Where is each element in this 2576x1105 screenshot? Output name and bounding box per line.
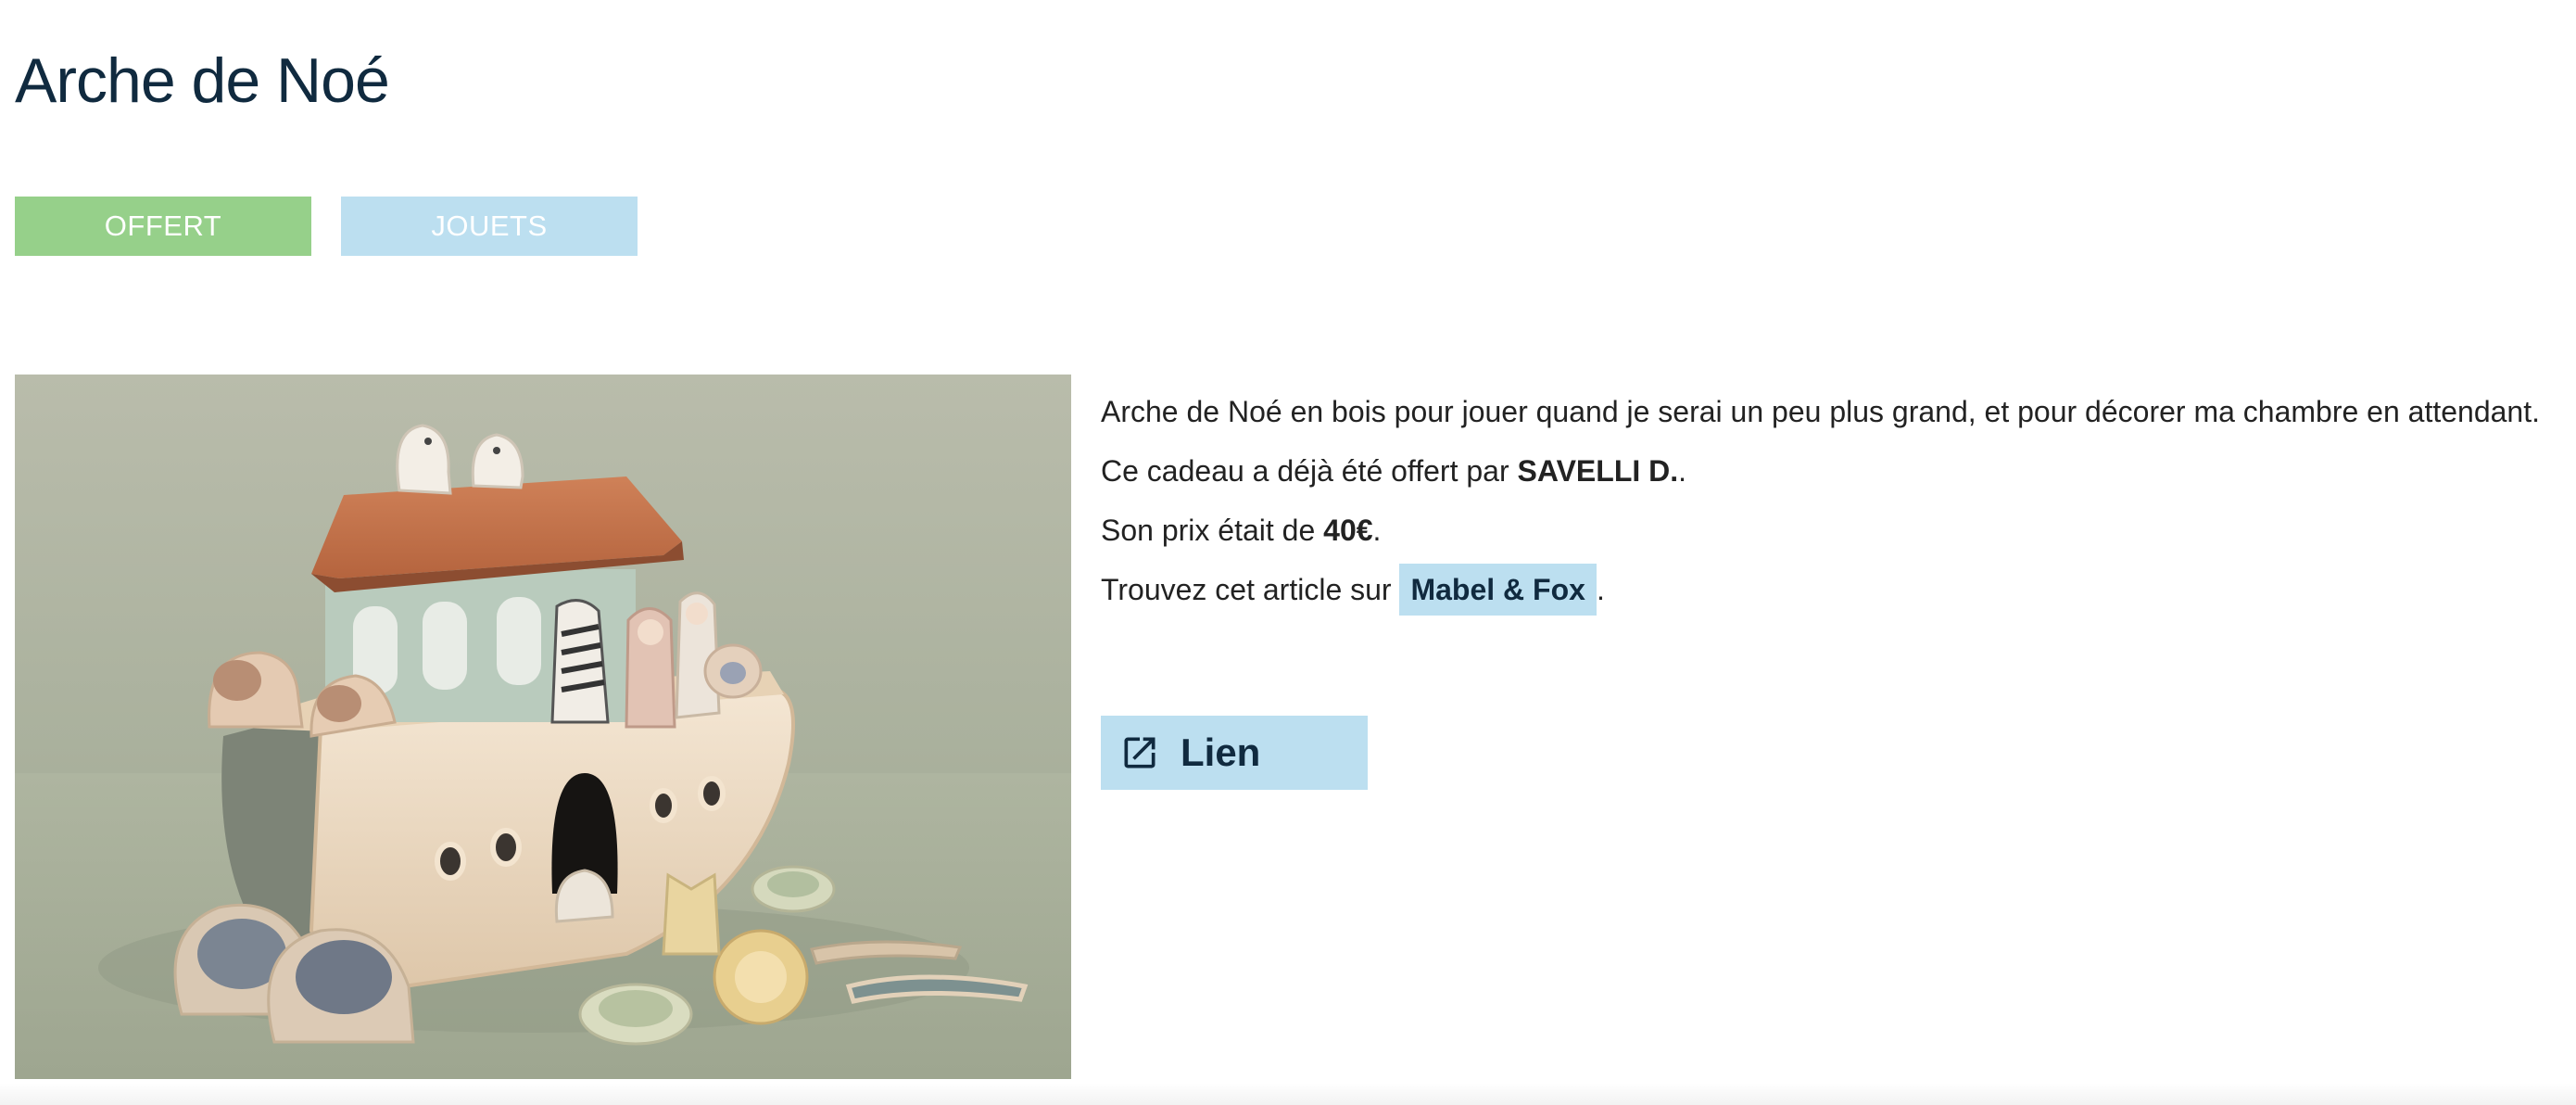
product-image xyxy=(15,375,1071,1079)
product-details: Arche de Noé en bois pour jouer quand je… xyxy=(1101,382,2565,619)
category-tag-jouets[interactable]: JOUETS xyxy=(341,197,638,256)
shop-line: Trouvez cet article sur Mabel & Fox. xyxy=(1101,560,2565,619)
link-button-label: Lien xyxy=(1181,730,1261,774)
price-suffix: . xyxy=(1372,514,1382,547)
offered-by-line: Ce cadeau a déjà été offert par SAVELLI … xyxy=(1101,441,2565,501)
offered-prefix: Ce cadeau a déjà été offert par xyxy=(1101,454,1518,488)
external-link-icon xyxy=(1119,732,1160,773)
page-title: Arche de Noé xyxy=(15,45,390,116)
offered-suffix: . xyxy=(1678,454,1687,488)
price-prefix: Son prix était de xyxy=(1101,514,1324,547)
bottom-divider xyxy=(0,1083,2576,1105)
price-value: 40€ xyxy=(1323,514,1373,547)
price-line: Son prix était de 40€. xyxy=(1101,501,2565,560)
status-tag-offert[interactable]: OFFERT xyxy=(15,197,311,256)
offered-by-name: SAVELLI D. xyxy=(1517,454,1679,488)
shop-link[interactable]: Mabel & Fox xyxy=(1399,564,1597,616)
external-link-button[interactable]: Lien xyxy=(1101,716,1368,790)
shop-suffix: . xyxy=(1596,573,1605,606)
shop-prefix: Trouvez cet article sur xyxy=(1101,573,1400,606)
status-tag-label: OFFERT xyxy=(104,210,222,242)
noah-ark-illustration xyxy=(15,375,1071,1079)
product-description: Arche de Noé en bois pour jouer quand je… xyxy=(1101,395,2540,428)
category-tag-label: JOUETS xyxy=(431,210,548,242)
